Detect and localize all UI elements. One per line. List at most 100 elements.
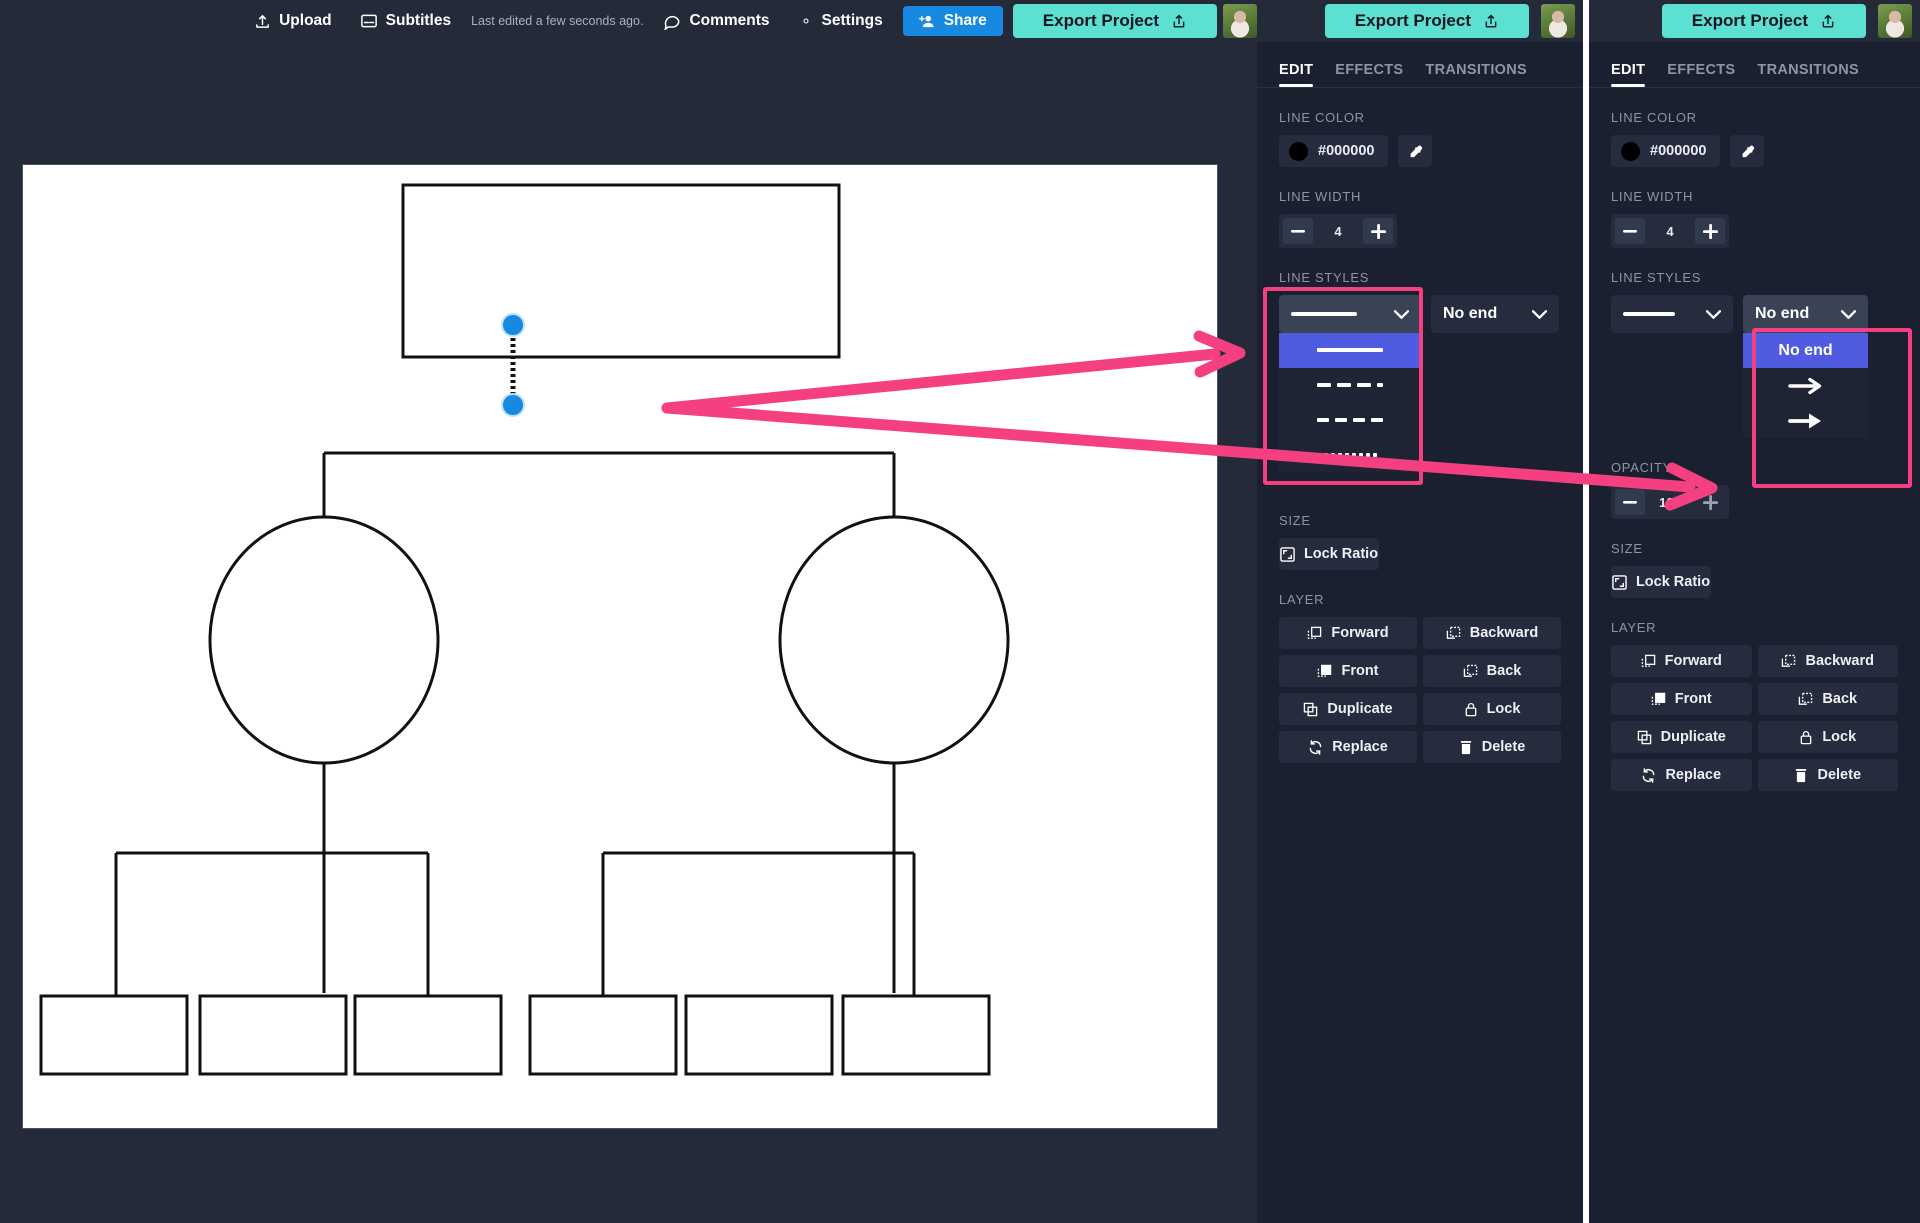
line-end-option-no-end[interactable]: No end <box>1743 333 1868 368</box>
tab-edit[interactable]: EDIT <box>1279 62 1314 87</box>
layer-back-icon <box>1798 692 1813 707</box>
size-label: SIZE <box>1279 513 1311 528</box>
layer-front-button-right[interactable]: Front <box>1611 683 1752 715</box>
line-style-select[interactable] <box>1279 295 1421 333</box>
settings-label: Settings <box>821 12 883 29</box>
tab-transitions-right[interactable]: TRANSITIONS <box>1757 62 1859 87</box>
export-project-button-right[interactable]: Export Project <box>1661 4 1866 38</box>
layer-front-icon <box>1317 664 1332 679</box>
canvas-area <box>0 42 1257 1223</box>
user-avatar-left[interactable] <box>1223 4 1257 38</box>
layer-front-button[interactable]: Front <box>1279 655 1417 687</box>
shape-circle-right <box>778 515 1010 765</box>
shape-bottom-rect-6 <box>841 994 991 1076</box>
line-styles-row: No end <box>1279 295 1583 473</box>
selection-handle-top <box>501 313 525 337</box>
last-edited-status: Last edited a few seconds ago. <box>471 14 644 28</box>
tab-transitions[interactable]: TRANSITIONS <box>1425 62 1527 87</box>
layer-backward-button-right[interactable]: Backward <box>1757 645 1898 677</box>
layer-back-label-right: Back <box>1822 691 1858 707</box>
line-color-chip[interactable]: #000000 <box>1279 135 1389 167</box>
layer-back-icon <box>1463 664 1478 679</box>
size-row-right: Lock Ratio <box>1611 566 1920 598</box>
shape-bottom-rect-2 <box>198 994 348 1076</box>
delete-button-right[interactable]: Delete <box>1757 759 1898 791</box>
subtitles-label: Subtitles <box>385 12 452 29</box>
shape-bottom-rect-4 <box>528 994 678 1076</box>
duplicate-icon <box>1637 730 1652 745</box>
chevron-down-icon <box>1706 309 1721 319</box>
opacity-increase-button[interactable] <box>1695 489 1725 515</box>
layer-front-label-right: Front <box>1674 691 1712 707</box>
lock-ratio-icon <box>1612 574 1627 590</box>
line-end-option-arrow-thick[interactable] <box>1743 403 1868 438</box>
line-style-select-right[interactable] <box>1611 295 1733 333</box>
layer-forward-button-right[interactable]: Forward <box>1611 645 1752 677</box>
line-end-option-arrow-thin[interactable] <box>1743 368 1868 403</box>
lock-ratio-button-right[interactable]: Lock Ratio <box>1611 566 1711 598</box>
panel-left-topbar: Export Project <box>1257 0 1583 42</box>
export-project-button-left[interactable]: Export Project <box>1012 4 1217 38</box>
tab-edit-right[interactable]: EDIT <box>1611 62 1646 87</box>
user-avatar-mid[interactable] <box>1541 4 1575 38</box>
share-button[interactable]: Share <box>902 6 1003 36</box>
line-width-label-right: LINE WIDTH <box>1611 189 1694 204</box>
layer-front-icon <box>1651 692 1666 707</box>
line-width-increase-button[interactable] <box>1363 218 1393 244</box>
lock-ratio-button[interactable]: Lock Ratio <box>1279 538 1379 570</box>
solid-line-glyph <box>1623 311 1675 316</box>
layer-forward-icon <box>1307 626 1322 641</box>
opacity-decrease-button[interactable] <box>1615 489 1645 515</box>
eyedropper-button-right[interactable] <box>1730 135 1765 167</box>
subtitles-button[interactable]: Subtitles <box>346 0 465 42</box>
layer-forward-button[interactable]: Forward <box>1279 617 1417 649</box>
lock-button-right[interactable]: Lock <box>1757 721 1898 753</box>
line-end-select-right[interactable]: No end <box>1743 295 1868 333</box>
delete-button[interactable]: Delete <box>1423 731 1561 763</box>
upload-button[interactable]: Upload <box>240 0 346 42</box>
layer-back-button[interactable]: Back <box>1423 655 1561 687</box>
opacity-stepper[interactable]: 100 <box>1611 485 1729 519</box>
line-width-decrease-button-right[interactable] <box>1615 218 1645 244</box>
line-width-stepper-right[interactable]: 4 <box>1611 214 1729 248</box>
duplicate-label-right: Duplicate <box>1660 729 1726 745</box>
line-style-option-dotted[interactable] <box>1279 438 1421 473</box>
duplicate-button[interactable]: Duplicate <box>1279 693 1417 725</box>
lock-icon <box>1464 702 1478 717</box>
replace-button-right[interactable]: Replace <box>1611 759 1752 791</box>
line-width-stepper[interactable]: 4 <box>1279 214 1397 248</box>
replace-label: Replace <box>1332 739 1388 755</box>
line-style-option-dashed[interactable] <box>1279 368 1421 403</box>
design-canvas[interactable] <box>22 164 1218 1129</box>
line-color-label-right: LINE COLOR <box>1611 110 1697 125</box>
lock-button[interactable]: Lock <box>1423 693 1561 725</box>
layer-forward-label: Forward <box>1331 625 1389 641</box>
line-width-decrease-button[interactable] <box>1283 218 1313 244</box>
comments-button[interactable]: Comments <box>649 0 783 42</box>
tab-effects[interactable]: EFFECTS <box>1335 62 1403 87</box>
line-end-select[interactable]: No end <box>1431 295 1559 333</box>
delete-label-right: Delete <box>1817 767 1862 783</box>
chevron-down-icon <box>1394 309 1409 319</box>
panel-right-topbar: Export Project <box>1589 0 1920 42</box>
settings-button[interactable]: Settings <box>784 0 897 42</box>
line-style-option-solid[interactable] <box>1279 333 1421 368</box>
upload-label: Upload <box>279 12 332 29</box>
layer-backward-button[interactable]: Backward <box>1423 617 1561 649</box>
duplicate-label: Duplicate <box>1327 701 1393 717</box>
replace-button[interactable]: Replace <box>1279 731 1417 763</box>
line-width-increase-button-right[interactable] <box>1695 218 1725 244</box>
selection-handle-bottom <box>501 393 525 417</box>
tab-effects-right[interactable]: EFFECTS <box>1667 62 1735 87</box>
shape-circle-left <box>208 515 440 765</box>
eyedropper-button[interactable] <box>1398 135 1433 167</box>
line-style-option-dashed-long[interactable] <box>1279 403 1421 438</box>
export-share-icon <box>1171 13 1187 30</box>
line-styles-row-right: No end No end <box>1611 295 1920 438</box>
export-project-button-mid[interactable]: Export Project <box>1324 4 1529 38</box>
layer-back-button-right[interactable]: Back <box>1757 683 1898 715</box>
layer-forward-icon <box>1641 654 1656 669</box>
duplicate-button-right[interactable]: Duplicate <box>1611 721 1752 753</box>
user-avatar-right[interactable] <box>1878 4 1912 38</box>
line-color-chip-right[interactable]: #000000 <box>1611 135 1721 167</box>
